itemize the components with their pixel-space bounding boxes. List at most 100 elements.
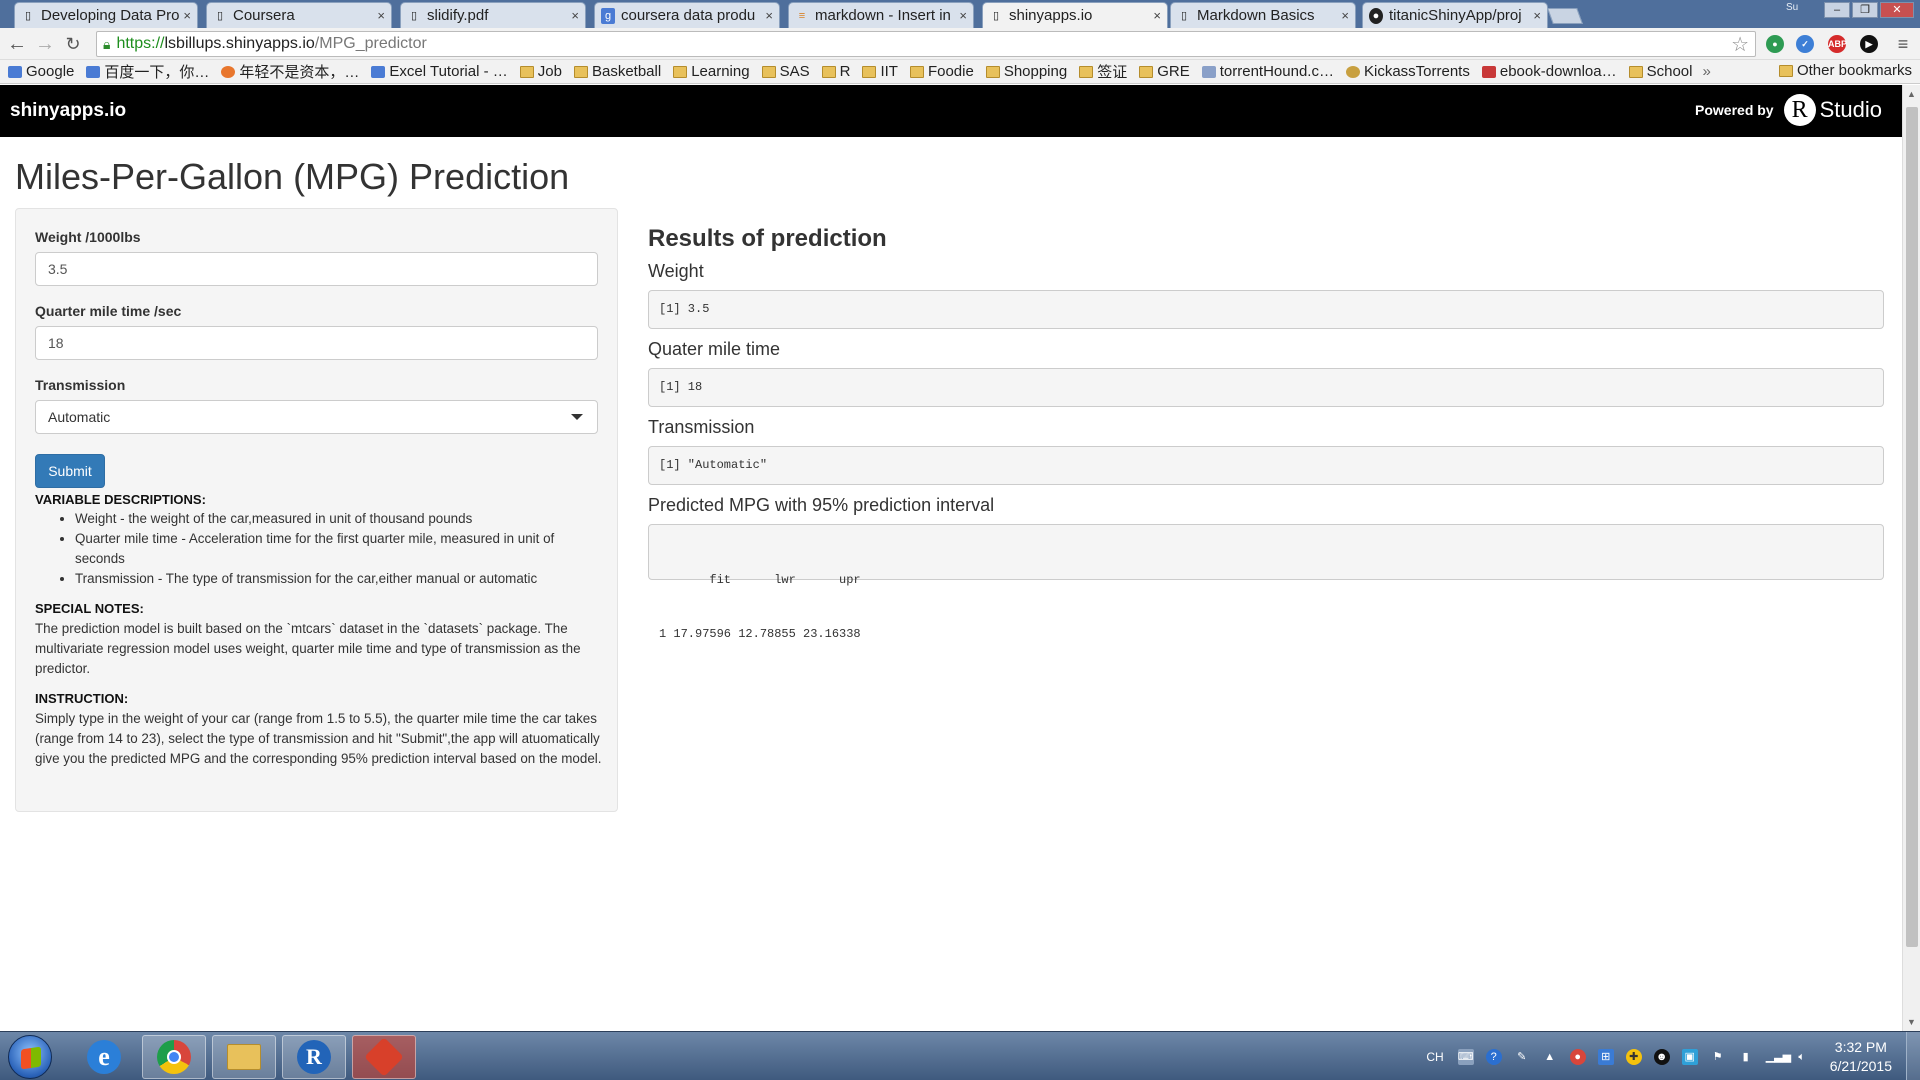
scroll-up-icon[interactable]: ▲ — [1907, 89, 1916, 99]
r-icon: R — [297, 1040, 331, 1074]
keyboard-icon[interactable]: ⌨ — [1457, 1048, 1474, 1065]
scrollbar-thumb[interactable] — [1906, 107, 1918, 947]
tab-markdown-basics[interactable]: ▯ Markdown Basics × — [1170, 2, 1356, 28]
bookmark-folder-job[interactable]: Job — [519, 63, 562, 80]
tab-title: shinyapps.io — [1009, 7, 1093, 24]
bookmark-folder-learning[interactable]: Learning — [673, 63, 750, 80]
transmission-select[interactable]: Automatic — [35, 400, 598, 434]
bookmark-folder-visa[interactable]: 签证 — [1079, 61, 1127, 82]
help-icon[interactable]: ? — [1485, 1048, 1502, 1065]
close-icon[interactable]: × — [571, 8, 579, 23]
bookmark-folder-r[interactable]: R — [821, 63, 850, 80]
bookmark-google[interactable]: Google — [8, 63, 74, 80]
network-icon[interactable]: ▁▃▅ — [1766, 1049, 1791, 1065]
volume-icon[interactable]: 🔈︎ — [1794, 1049, 1810, 1065]
input-method-icon[interactable]: ✎ — [1514, 1049, 1530, 1065]
taskbar-chrome[interactable] — [142, 1035, 206, 1079]
bookmark-folder-gre[interactable]: GRE — [1139, 63, 1190, 80]
app-tray-icon[interactable]: ✚ — [1625, 1048, 1642, 1065]
bookmark-star-icon[interactable]: ☆ — [1731, 32, 1749, 57]
bookmark-site-3[interactable]: 年轻不是资本，… — [221, 61, 359, 82]
submit-button[interactable]: Submit — [35, 454, 105, 488]
system-clock[interactable]: 3:32 PM 6/21/2015 — [1830, 1038, 1892, 1076]
bookmarks-bar: Google 百度一下，你… 年轻不是资本，… Excel Tutorial -… — [0, 60, 1920, 84]
tab-github-titanic[interactable]: ● titanicShinyApp/proj × — [1362, 2, 1548, 28]
bookmark-folder-foodie[interactable]: Foodie — [909, 63, 974, 80]
bookmarks-overflow-icon[interactable]: » — [1702, 63, 1710, 80]
powered-by-rstudio[interactable]: Powered by R Studio — [1695, 94, 1882, 126]
close-icon[interactable]: × — [1153, 8, 1161, 23]
language-indicator[interactable]: CH — [1426, 1050, 1443, 1064]
tab-google-search[interactable]: g coursera data produ × — [594, 2, 780, 28]
folder-icon — [761, 65, 776, 78]
adblock-plus-icon[interactable]: ABP — [1828, 35, 1847, 53]
taskbar-internet-explorer[interactable]: e — [72, 1035, 136, 1079]
menu-icon[interactable]: ≡ — [1892, 33, 1914, 55]
tab-markdown-insert[interactable]: ≡ markdown - Insert in × — [788, 2, 974, 28]
url-host: lsbillups.shinyapps.io — [164, 35, 315, 52]
restore-button[interactable]: ❐ — [1852, 2, 1878, 18]
close-window-button[interactable]: ✕ — [1880, 2, 1914, 18]
start-button[interactable] — [8, 1035, 52, 1079]
folder-icon — [821, 65, 836, 78]
taskbar-file-explorer[interactable] — [212, 1035, 276, 1079]
reload-icon[interactable]: ↻ — [62, 33, 84, 55]
other-bookmarks[interactable]: Other bookmarks — [1778, 62, 1912, 79]
scroll-down-icon[interactable]: ▼ — [1907, 1017, 1916, 1027]
bookmark-label: Basketball — [591, 63, 662, 80]
power-icon[interactable]: ▮ — [1738, 1049, 1754, 1065]
taskbar-git[interactable] — [352, 1035, 416, 1079]
bookmark-ebook-download[interactable]: ebook-downloa… — [1481, 63, 1617, 80]
back-icon[interactable]: ← — [6, 33, 28, 55]
result-weight-label: Weight — [648, 261, 704, 281]
mpg-table-row: 1 17.97596 12.78855 23.16338 — [659, 627, 861, 641]
tab-developing-data-products[interactable]: ▯ Developing Data Pro × — [14, 2, 198, 28]
show-desktop-button[interactable] — [1906, 1032, 1920, 1080]
close-icon[interactable]: × — [1341, 8, 1349, 23]
page-title: Miles-Per-Gallon (MPG) Prediction — [15, 156, 570, 197]
tab-title: slidify.pdf — [427, 7, 489, 24]
qq-icon[interactable]: ☻ — [1653, 1048, 1670, 1065]
bookmark-torrenthound[interactable]: torrentHound.c… — [1201, 63, 1334, 80]
page-scrollbar[interactable]: ▲ ▼ — [1902, 85, 1920, 1031]
extension-globe-icon[interactable]: ● — [1766, 35, 1784, 53]
weight-input[interactable]: 3.5 — [35, 252, 598, 286]
monitor-icon[interactable]: ▣ — [1681, 1048, 1698, 1065]
shinyapps-brand[interactable]: shinyapps.io — [10, 100, 126, 122]
extension-play-icon[interactable]: ▶ — [1860, 35, 1878, 53]
close-icon[interactable]: × — [959, 8, 967, 23]
bookmark-folder-iit[interactable]: IIT — [862, 63, 898, 80]
qsec-input[interactable]: 18 — [35, 326, 598, 360]
close-icon[interactable]: × — [377, 8, 385, 23]
action-center-flag-icon[interactable]: ⚑ — [1710, 1049, 1726, 1065]
forward-icon[interactable]: → — [34, 33, 56, 55]
minimize-button[interactable]: – — [1824, 2, 1850, 18]
tab-shinyapps[interactable]: ▯ shinyapps.io × — [982, 2, 1168, 28]
bookmark-kickasstorrents[interactable]: KickassTorrents — [1345, 63, 1470, 80]
chrome-tray-icon[interactable]: ● — [1569, 1048, 1586, 1065]
close-icon[interactable]: × — [765, 8, 773, 23]
taskbar-r-gui[interactable]: R — [282, 1035, 346, 1079]
bookmark-baidu[interactable]: 百度一下，你… — [86, 61, 209, 82]
bookmark-label: torrentHound.c… — [1219, 63, 1334, 80]
bookmark-label: Excel Tutorial - … — [389, 63, 508, 80]
close-icon[interactable]: × — [183, 8, 191, 23]
extension-check-icon[interactable]: ✓ — [1796, 35, 1814, 53]
bookmark-folder-basketball[interactable]: Basketball — [573, 63, 662, 80]
close-icon[interactable]: × — [1533, 8, 1541, 23]
bookmark-folder-shopping[interactable]: Shopping — [985, 63, 1067, 80]
windows-taskbar: e R CH ⌨ ? ✎ ▲ ● ⊞ ✚ ☻ ▣ ⚑ ▮ ▁▃▅ 🔈︎ 3:32… — [0, 1031, 1920, 1080]
folder-icon — [862, 65, 877, 78]
bookmark-folder-sas[interactable]: SAS — [761, 63, 810, 80]
variable-descriptions-heading: VARIABLE DESCRIPTIONS: — [35, 492, 206, 507]
rstudio-logo-icon: R — [1783, 94, 1816, 126]
tab-slidify-pdf[interactable]: ▯ slidify.pdf × — [400, 2, 586, 28]
show-hidden-icons-icon[interactable]: ▲ — [1542, 1049, 1558, 1065]
new-tab-button[interactable] — [1547, 8, 1583, 24]
bookmark-excel-tutorial[interactable]: Excel Tutorial - … — [371, 63, 508, 80]
bookmark-folder-school[interactable]: School — [1628, 63, 1692, 80]
tab-coursera[interactable]: ▯ Coursera × — [206, 2, 392, 28]
address-bar[interactable]: 🔒︎ https://lsbillups.shinyapps.io/MPG_pr… — [96, 31, 1756, 57]
windows-tray-icon[interactable]: ⊞ — [1597, 1048, 1614, 1065]
github-icon: ● — [1369, 7, 1383, 24]
